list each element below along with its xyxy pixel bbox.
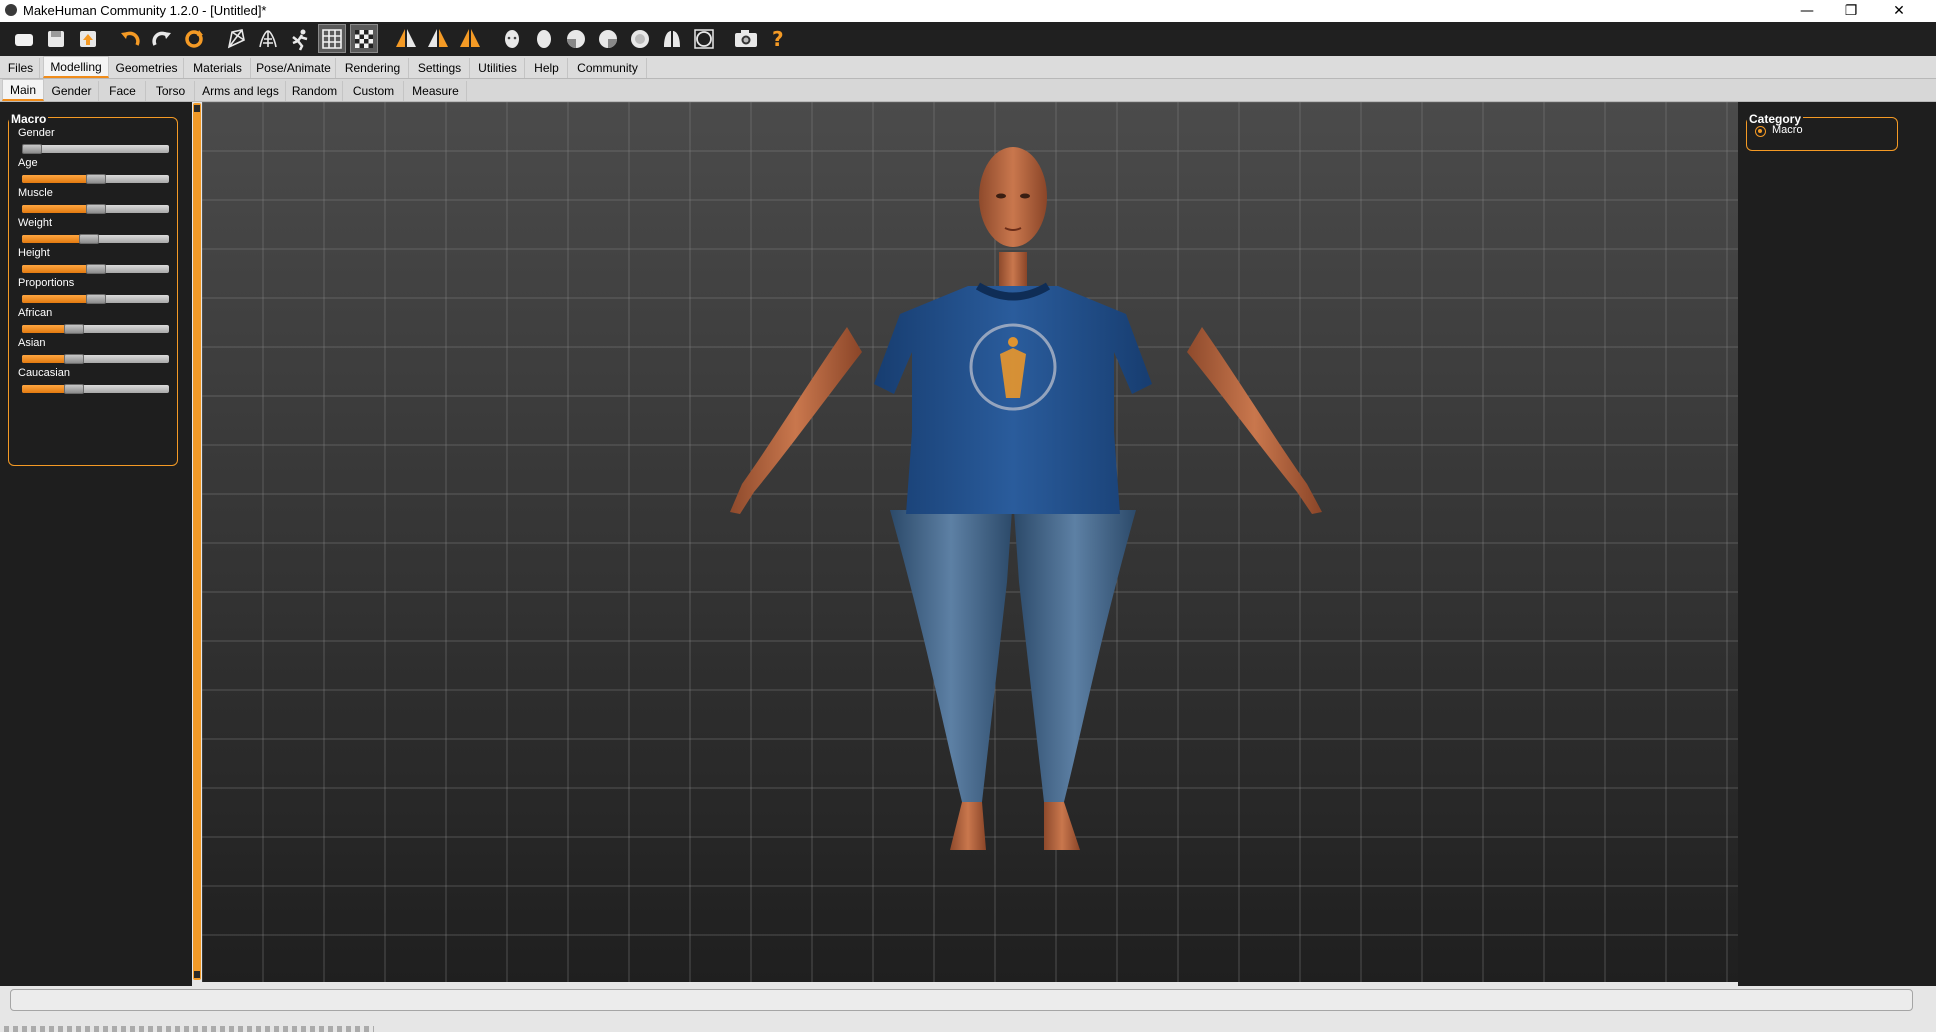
- bottom-bar: [0, 986, 1936, 1032]
- undo-icon[interactable]: [116, 24, 144, 53]
- progress-bar: [10, 989, 1913, 1011]
- 3d-viewport[interactable]: [202, 102, 1738, 982]
- tab-modelling[interactable]: Modelling: [43, 56, 109, 78]
- slider-label-weight: Weight: [18, 217, 53, 229]
- slider-african[interactable]: [22, 324, 169, 334]
- restore-icon[interactable]: ❐: [1828, 0, 1874, 22]
- reset-camera-icon[interactable]: [690, 24, 718, 53]
- slider-height[interactable]: [22, 264, 169, 274]
- slider-handle[interactable]: [64, 384, 84, 394]
- head-icon[interactable]: [498, 24, 526, 53]
- subtab-measure[interactable]: Measure: [405, 81, 467, 101]
- face-icon[interactable]: [530, 24, 558, 53]
- viewport-scene: [202, 102, 1738, 982]
- subtab-torso[interactable]: Torso: [147, 81, 195, 101]
- slider-weight[interactable]: [22, 234, 169, 244]
- svg-text:?: ?: [772, 27, 784, 51]
- export-icon[interactable]: [74, 24, 102, 53]
- tab-pose-animate[interactable]: Pose/Animate: [252, 58, 336, 78]
- tab-community[interactable]: Community: [569, 58, 647, 78]
- human-model: [730, 147, 1322, 850]
- screenshot-icon[interactable]: [732, 24, 760, 53]
- slider-label-muscle: Muscle: [18, 187, 53, 199]
- slider-proportions[interactable]: [22, 294, 169, 304]
- slider-asian[interactable]: [22, 354, 169, 364]
- macro-group-title: Macro: [9, 112, 49, 126]
- macro-group: Macro Gender Age Muscle Weight Height Proport…: [8, 112, 178, 466]
- slider-label-asian: Asian: [18, 337, 46, 349]
- slider-handle[interactable]: [22, 144, 42, 154]
- pose-icon[interactable]: [286, 24, 314, 53]
- left-view-icon[interactable]: [562, 24, 590, 53]
- back-view-icon[interactable]: [456, 24, 484, 53]
- slider-label-caucasian: Caucasian: [18, 367, 70, 379]
- subtab-face[interactable]: Face: [100, 81, 146, 101]
- window-title: MakeHuman Community 1.2.0 - [Untitled]*: [23, 3, 267, 18]
- slider-handle[interactable]: [79, 234, 99, 244]
- tab-settings[interactable]: Settings: [410, 58, 470, 78]
- tab-rendering[interactable]: Rendering: [337, 58, 409, 78]
- slider-label-proportions: Proportions: [18, 277, 75, 289]
- redo-icon[interactable]: [148, 24, 176, 53]
- right-panel: Category Macro: [1738, 102, 1936, 986]
- close-icon[interactable]: ✕: [1876, 0, 1922, 22]
- slider-handle[interactable]: [86, 204, 106, 214]
- sub-tab-bar: Main Gender Face Torso Arms and legs Ran…: [0, 79, 1936, 102]
- main-tab-bar: Files Modelling Geometries Materials Pos…: [0, 56, 1936, 79]
- slider-label-height: Height: [18, 247, 50, 259]
- slider-label-age: Age: [18, 157, 38, 169]
- subtab-arms-and-legs[interactable]: Arms and legs: [196, 81, 286, 101]
- help-icon[interactable]: ?: [764, 24, 792, 53]
- slider-handle[interactable]: [64, 324, 84, 334]
- slider-caucasian[interactable]: [22, 384, 169, 394]
- tab-help[interactable]: Help: [526, 58, 568, 78]
- left-panel: Macro Gender Age Muscle Weight Height Proport…: [0, 102, 192, 986]
- tab-materials[interactable]: Materials: [185, 58, 251, 78]
- slider-handle[interactable]: [86, 264, 106, 274]
- subtab-main[interactable]: Main: [2, 79, 44, 101]
- save-icon[interactable]: [42, 24, 70, 53]
- checker-icon[interactable]: [350, 24, 378, 53]
- tab-geometries[interactable]: Geometries: [110, 58, 184, 78]
- slider-handle[interactable]: [64, 354, 84, 364]
- slider-gender[interactable]: [22, 144, 169, 154]
- slider-handle[interactable]: [86, 174, 106, 184]
- tab-files[interactable]: Files: [2, 58, 40, 78]
- left-splitter[interactable]: [193, 103, 201, 980]
- grid-icon[interactable]: [318, 24, 346, 53]
- slider-label-african: African: [18, 307, 53, 319]
- status-line: [4, 1026, 374, 1032]
- top-view-icon[interactable]: [626, 24, 654, 53]
- subtab-random[interactable]: Random: [287, 81, 343, 101]
- slider-age[interactable]: [22, 174, 169, 184]
- subtab-gender[interactable]: Gender: [45, 81, 99, 101]
- right-view-icon[interactable]: [594, 24, 622, 53]
- wireframe-icon[interactable]: [222, 24, 250, 53]
- radio-macro-label: Macro: [1772, 124, 1803, 136]
- radio-macro[interactable]: [1755, 126, 1766, 137]
- minimize-icon[interactable]: —: [1784, 0, 1830, 22]
- skeleton-icon[interactable]: [254, 24, 282, 53]
- bottom-view-icon[interactable]: [658, 24, 686, 53]
- reset-icon[interactable]: [180, 24, 208, 53]
- tab-utilities[interactable]: Utilities: [471, 58, 525, 78]
- category-group: Category Macro: [1746, 112, 1898, 151]
- subtab-custom[interactable]: Custom: [344, 81, 404, 101]
- toolbar: ?: [0, 22, 1936, 56]
- slider-muscle[interactable]: [22, 204, 169, 214]
- slider-label-gender: Gender: [18, 127, 55, 139]
- app-logo-icon: [5, 4, 17, 16]
- slider-handle[interactable]: [86, 294, 106, 304]
- new-icon[interactable]: [10, 24, 38, 53]
- side-view-icon[interactable]: [424, 24, 452, 53]
- title-bar: MakeHuman Community 1.2.0 - [Untitled]* …: [0, 0, 1936, 22]
- front-view-icon[interactable]: [392, 24, 420, 53]
